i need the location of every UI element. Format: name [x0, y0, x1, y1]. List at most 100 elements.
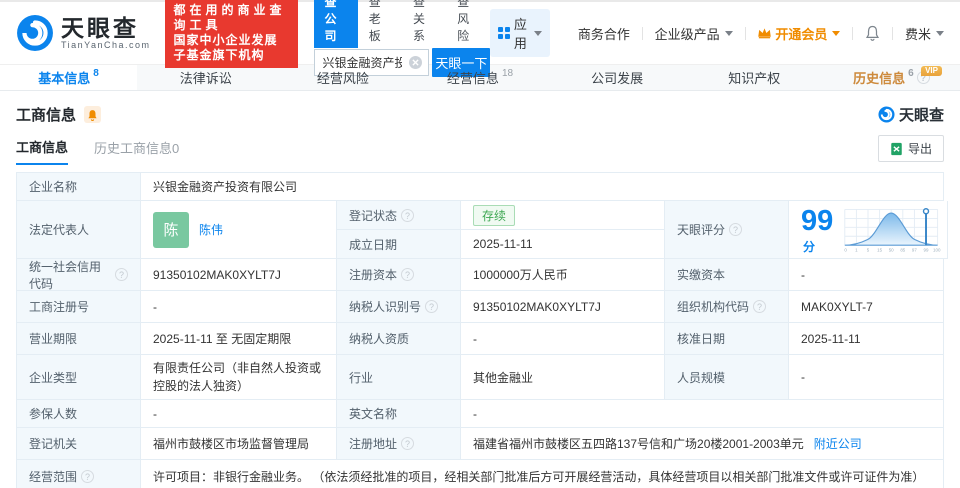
search-tab-company[interactable]: 查公司 [313, 0, 358, 48]
table-row: 营业期限 2025-11-11 至 无固定期限 纳税人资质 - 核准日期 202… [17, 323, 944, 355]
credit-code-value: 91350102MAK0XYLT7J [141, 259, 337, 291]
svg-text:5: 5 [867, 247, 870, 252]
svg-text:99: 99 [924, 247, 929, 252]
legal-rep-link[interactable]: 陈伟 [199, 221, 223, 238]
score-marker-dot [922, 207, 930, 214]
chevron-down-icon [533, 30, 542, 36]
table-row: 登记机关 福州市鼓楼区市场监督管理局 注册地址 福建省福州市鼓楼区五四路137号… [17, 428, 944, 460]
tab-label: 经营风险 [316, 71, 369, 86]
tab-label: 公司发展 [591, 71, 644, 86]
user-menu[interactable]: 费米 [893, 24, 944, 43]
search-tab-boss[interactable]: 查老板 [358, 0, 402, 48]
scope-label-text: 经营范围 [29, 469, 78, 484]
reg-no-value: - [141, 291, 337, 323]
help-icon[interactable] [425, 300, 439, 313]
logo-domain: TianYanCha.com [61, 40, 151, 50]
table-row: 参保人数 - 英文名称 - [17, 400, 944, 428]
menu-open-vip[interactable]: 开通会员 [745, 24, 852, 43]
help-icon[interactable] [115, 268, 128, 281]
score-value: 99 分 [801, 205, 843, 255]
svg-text:85: 85 [900, 247, 905, 252]
subtab-history-business-info[interactable]: 历史工商信息0 [94, 138, 179, 164]
legal-rep-label: 法定代表人 [17, 201, 141, 259]
search-tab-risk[interactable]: 查风险 [446, 0, 490, 48]
org-code-label-text: 组织机构代码 [677, 300, 750, 314]
score-unit: 分 [803, 239, 816, 254]
paid-capital-value: - [789, 259, 944, 291]
tab-label: 历史信息 [853, 71, 906, 86]
notification-bell-icon[interactable] [853, 25, 892, 41]
en-name-label: 英文名称 [337, 400, 461, 428]
org-code-value: MAK0XYLT-7 [789, 291, 944, 323]
tianyancha-logo[interactable]: 天眼查 TianYanCha.com [16, 14, 151, 52]
subscribe-bell-icon[interactable] [84, 106, 102, 123]
establish-date-value: 2025-11-11 [461, 230, 665, 259]
export-label: 导出 [907, 142, 932, 156]
header-menu: 应用 商务合作 企业级产品 开通会员 费米 [490, 9, 944, 57]
company-name-label: 企业名称 [17, 173, 141, 201]
legal-rep-cell: 陈 陈伟 [141, 201, 337, 259]
scope-label: 经营范围 [17, 460, 141, 488]
term-value: 2025-11-11 至 无固定期限 [141, 323, 337, 355]
search-tab-relation[interactable]: 查关系 [402, 0, 446, 48]
help-icon[interactable] [401, 268, 415, 281]
vip-badge: VIP [921, 66, 942, 76]
authority-label: 登记机关 [17, 428, 141, 460]
address-label: 注册地址 [337, 428, 461, 460]
en-name-value: - [461, 400, 944, 428]
help-icon[interactable] [401, 208, 415, 222]
industry-label: 行业 [337, 355, 461, 400]
promo-banner: 都在用的商业查询工具 国家中小企业发展子基金旗下机构 [164, 0, 298, 68]
brand-watermark: 天眼查 [878, 104, 944, 125]
tab-label: 经营信息 [446, 71, 499, 86]
search-tabs: 查公司 查老板 查关系 查风险 [313, 0, 491, 48]
business-info-table: 企业名称 兴银金融资产投资有限公司 法定代表人 陈 陈伟 登记状态 存续 [16, 172, 949, 488]
tab-count: 18 [501, 68, 514, 79]
tab-intellectual-property[interactable]: 知识产权 [686, 65, 823, 90]
score-distribution-chart: 0 1 5 15 50 85 97 99 100 [844, 207, 941, 252]
credit-code-label: 统一社会信用代码 [17, 259, 141, 291]
staff-label: 人员规模 [665, 355, 789, 400]
legal-rep-avatar[interactable]: 陈 [153, 211, 189, 248]
nearby-companies-link[interactable]: 附近公司 [814, 435, 862, 452]
tianyancha-logo-icon [17, 15, 53, 51]
svg-text:97: 97 [912, 247, 917, 252]
apps-menu-label: 应用 [513, 17, 527, 51]
user-name: 费米 [904, 26, 931, 42]
svg-text:1: 1 [855, 247, 858, 252]
company-type-label: 企业类型 [17, 355, 141, 400]
brand-watermark-label: 天眼查 [898, 107, 944, 124]
tab-history-info[interactable]: VIP 历史信息 6 [823, 65, 960, 90]
tab-legal-proceedings[interactable]: 法律诉讼 [137, 65, 274, 90]
logo-title: 天眼查 [61, 15, 139, 41]
score-label-text: 天眼评分 [677, 223, 726, 237]
help-icon[interactable] [401, 437, 415, 450]
apps-menu[interactable]: 应用 [490, 9, 550, 57]
taxpayer-id-label-text: 纳税人识别号 [349, 300, 422, 314]
tab-operation-info[interactable]: 经营信息 18 [411, 65, 548, 90]
tab-company-development[interactable]: 公司发展 [549, 65, 686, 90]
help-icon[interactable] [753, 300, 767, 313]
subtab-business-info[interactable]: 工商信息 [16, 137, 69, 165]
export-button[interactable]: 导出 [877, 135, 944, 162]
svg-text:0: 0 [845, 247, 848, 252]
menu-business-cooperation[interactable]: 商务合作 [566, 24, 642, 43]
tab-operation-risk[interactable]: 经营风险 [274, 65, 411, 90]
tab-basic-info[interactable]: 基本信息 8 [0, 65, 138, 90]
tab-count: 8 [93, 68, 99, 79]
menu-enterprise-products[interactable]: 企业级产品 [643, 24, 745, 43]
crown-icon [758, 28, 772, 39]
reg-capital-label: 注册资本 [337, 259, 461, 291]
svg-text:100: 100 [933, 247, 941, 252]
chevron-down-icon [724, 30, 733, 36]
table-row: 法定代表人 陈 陈伟 登记状态 存续 成立日期 2025-11-11 [17, 201, 949, 259]
taxpayer-qual-label: 纳税人资质 [337, 323, 461, 355]
company-type-value: 有限责任公司（非自然人投资或控股的法人独资） [141, 355, 337, 400]
help-icon[interactable] [81, 469, 95, 483]
help-icon[interactable] [729, 223, 743, 236]
taxpayer-qual-value: - [461, 323, 665, 355]
company-name-value: 兴银金融资产投资有限公司 [141, 173, 944, 201]
address-label-text: 注册地址 [349, 437, 398, 451]
reg-capital-label-text: 注册资本 [349, 268, 398, 282]
reg-status-label-text: 登记状态 [349, 208, 398, 223]
